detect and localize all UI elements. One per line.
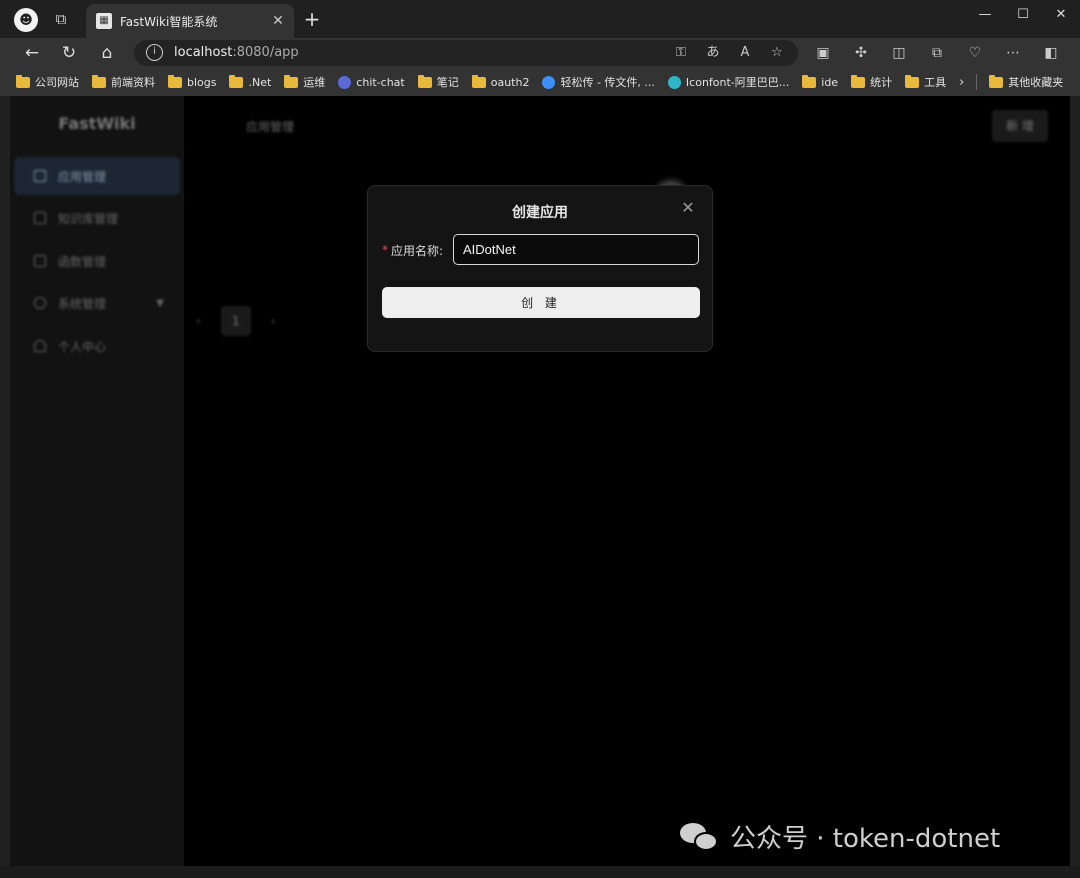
app-name-label: 应用名称: [391, 244, 444, 258]
gear-icon [34, 297, 46, 309]
back-icon[interactable]: ← [20, 42, 44, 64]
profile-avatar-icon[interactable]: ☻ [14, 8, 38, 32]
folder-icon [16, 74, 30, 88]
address-bar-icons: ⚿ あ A ☆ [672, 43, 786, 63]
tab-strip: ☻ ⧉ ▦ FastWiki智能系统 ✕ + — ☐ ✕ [0, 0, 1080, 38]
sidebar-item-apps[interactable]: 应用管理 [14, 157, 180, 195]
user-icon [34, 340, 46, 352]
folder-icon [92, 74, 106, 88]
browser-window: ☻ ⧉ ▦ FastWiki智能系统 ✕ + — ☐ ✕ ← ↻ ⌂ i loc… [0, 0, 1080, 868]
next-page-icon[interactable]: › [271, 314, 276, 328]
read-aloud-icon[interactable]: A [736, 43, 754, 63]
tab-close-icon[interactable]: ✕ [268, 13, 288, 29]
bookmark-item[interactable]: 笔记 [417, 74, 459, 90]
bookmark-item[interactable]: oauth2 [471, 74, 529, 89]
folder-icon [802, 74, 817, 88]
folder-icon [989, 74, 1004, 88]
url-text: localhost:8080/app [174, 45, 299, 60]
bookmark-other-favorites[interactable]: 其他收藏夹 [989, 74, 1063, 90]
key-icon[interactable]: ⚿ [672, 43, 690, 63]
refresh-icon[interactable]: ↻ [57, 42, 81, 64]
url-host: localhost [174, 45, 233, 60]
bookmark-item[interactable]: 轻松传 - 传文件, ... [542, 74, 655, 90]
book-icon [34, 212, 46, 224]
sidebar-item-functions[interactable]: 函数管理 [14, 242, 180, 280]
folder-icon [229, 74, 244, 88]
split-screen-icon[interactable]: ◫ [888, 42, 910, 64]
extensions-icon[interactable]: ✣ [850, 42, 872, 64]
prev-page-icon[interactable]: ‹ [196, 314, 201, 328]
breadcrumb: 应用管理 [246, 120, 295, 134]
minimize-icon[interactable]: — [966, 0, 1004, 30]
bookmark-item[interactable]: 工具 [905, 74, 946, 90]
maximize-icon[interactable]: ☐ [1004, 0, 1042, 30]
collections-icon[interactable]: ⧉ [926, 42, 948, 64]
bookmark-item[interactable]: 运维 [284, 74, 325, 90]
tab-title: FastWiki智能系统 [120, 14, 218, 29]
bookmark-item[interactable]: 前端资料 [92, 74, 155, 90]
bookmark-item[interactable]: 公司网站 [16, 74, 79, 90]
bookmark-item[interactable]: blogs [168, 74, 216, 89]
watermark-text: 公众号 · token-dotnet [730, 824, 1001, 854]
bookmark-item[interactable]: .Net [229, 74, 271, 89]
required-mark: * [382, 243, 388, 257]
folder-icon [417, 74, 432, 88]
bookmarks-overflow-icon[interactable]: › [959, 75, 964, 90]
address-bar[interactable]: i localhost:8080/app ⚿ あ A ☆ [134, 40, 798, 66]
page-viewport: FastWiki 应用管理 知识库管理 函数管理 系统管理 ▼ 个人中心 应用管理… [10, 96, 1070, 868]
more-menu-icon[interactable]: ⋯ [1002, 42, 1024, 64]
sidebar-toggle-icon[interactable]: ◧ [1040, 42, 1062, 64]
close-window-icon[interactable]: ✕ [1042, 0, 1080, 30]
window-controls: — ☐ ✕ [966, 0, 1080, 30]
wechat-logo-icon [680, 821, 720, 853]
bookmarks-divider [976, 74, 978, 90]
qr-code-icon[interactable]: ▣ [812, 42, 834, 64]
performance-icon[interactable]: ♡ [964, 42, 986, 64]
folder-icon [905, 74, 920, 88]
close-icon[interactable]: ✕ [680, 200, 696, 216]
page-number[interactable]: 1 [220, 306, 251, 336]
desktop-background-bottom [0, 866, 1080, 878]
app-name-input[interactable] [453, 234, 699, 265]
bookmark-item[interactable]: ide [802, 74, 838, 89]
watermark: 公众号 · token-dotnet [680, 818, 1000, 855]
folder-icon [851, 74, 866, 88]
sidebar-item-system[interactable]: 系统管理 ▼ [14, 284, 180, 322]
url-path: :8080/app [232, 45, 299, 60]
sidebar-item-profile[interactable]: 个人中心 [14, 327, 180, 365]
folder-icon [471, 74, 486, 88]
app-brand: FastWiki [58, 114, 136, 133]
pagination: ‹ 1 › [196, 306, 276, 336]
sidebar-item-knowledge[interactable]: 知识库管理 [14, 199, 180, 237]
bookmark-item[interactable]: 统计 [851, 74, 892, 90]
new-app-button[interactable]: 新 增 [992, 110, 1048, 142]
tab-fastwiki[interactable]: ▦ FastWiki智能系统 ✕ [86, 4, 294, 38]
bookmark-item[interactable]: Iconfont-阿里巴巴... [667, 74, 789, 90]
app-sidebar: FastWiki 应用管理 知识库管理 函数管理 系统管理 ▼ 个人中心 [10, 96, 184, 868]
workspaces-icon[interactable]: ⧉ [52, 10, 70, 28]
bookmarks-bar: 公司网站 前端资料 blogs .Net 运维 chit-chat 笔记 oau… [0, 68, 1080, 96]
bookmark-item[interactable]: chit-chat [338, 75, 405, 89]
chevron-down-icon: ▼ [156, 297, 164, 309]
folder-icon [284, 74, 299, 88]
toolbar-icons: ▣ ✣ ◫ ⧉ ♡ ⋯ ◧ [812, 42, 1062, 64]
favorite-star-icon[interactable]: ☆ [768, 43, 786, 63]
create-app-dialog: 创建应用 ✕ * 应用名称: 创 建 [367, 185, 713, 352]
folder-icon [168, 74, 182, 88]
function-icon [34, 255, 46, 267]
upload-site-icon [542, 75, 556, 89]
chat-site-icon [338, 75, 352, 89]
tab-favicon-icon: ▦ [96, 13, 112, 29]
browser-toolbar: ← ↻ ⌂ i localhost:8080/app ⚿ あ A ☆ ▣ ✣ ◫… [0, 38, 1080, 68]
home-icon[interactable]: ⌂ [95, 42, 119, 64]
new-tab-icon[interactable]: + [302, 9, 322, 29]
site-info-icon[interactable]: i [146, 44, 163, 61]
translate-icon[interactable]: あ [704, 43, 722, 63]
app-icon [34, 170, 46, 182]
iconfont-site-icon [667, 75, 681, 89]
create-button[interactable]: 创 建 [382, 287, 700, 318]
app-name-row: * 应用名称: [382, 234, 700, 266]
dialog-title: 创建应用 [512, 205, 568, 221]
